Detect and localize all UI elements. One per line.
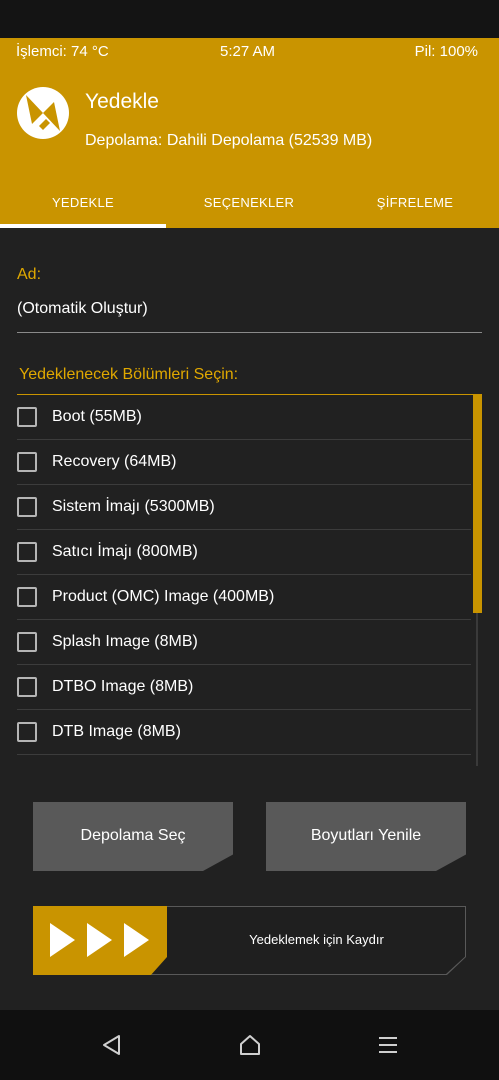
partition-row-boot[interactable]: Boot (55MB) <box>0 395 471 440</box>
tab-encryption[interactable]: ŞİFRELEME <box>332 188 498 228</box>
partition-label: DTBO Image (8MB) <box>52 678 194 695</box>
back-triangle-icon[interactable] <box>99 1032 125 1058</box>
tab-backup[interactable]: YEDEKLE <box>0 188 166 228</box>
name-underline <box>17 332 482 333</box>
checkbox[interactable] <box>17 542 37 562</box>
select-storage-button[interactable]: Depolama Seç <box>33 802 233 871</box>
list-scrollbar-track <box>476 613 478 766</box>
partition-row-dtbo-image[interactable]: DTBO Image (8MB) <box>0 665 471 710</box>
home-icon[interactable] <box>237 1032 263 1058</box>
partition-label: Satıcı İmajı (800MB) <box>52 543 198 560</box>
partition-row-recovery[interactable]: Recovery (64MB) <box>0 440 471 485</box>
partition-label: Recovery (64MB) <box>52 453 177 470</box>
storage-info: Depolama: Dahili Depolama (52539 MB) <box>85 132 373 149</box>
slider-label: Yedeklemek için Kaydır <box>249 932 384 947</box>
clock: 5:27 AM <box>220 43 276 60</box>
active-tab-indicator <box>0 224 166 228</box>
navigation-bar <box>0 1010 499 1080</box>
page-header: Yedekle Depolama: Dahili Depolama (52539… <box>0 68 499 228</box>
select-storage-label: Depolama Seç <box>80 827 186 844</box>
name-label: Ad: <box>17 266 42 283</box>
menu-icon[interactable] <box>375 1032 401 1058</box>
tab-options[interactable]: SEÇENEKLER <box>166 188 332 228</box>
partition-label: Sistem İmajı (5300MB) <box>52 498 215 515</box>
partition-row-dtb-image[interactable]: DTB Image (8MB) <box>0 710 471 755</box>
top-black-bar <box>0 0 499 38</box>
partitions-label: Yedeklenecek Bölümleri Seçin: <box>19 366 239 383</box>
tab-bar: YEDEKLE SEÇENEKLER ŞİFRELEME <box>0 188 499 228</box>
checkbox[interactable] <box>17 587 37 607</box>
partition-label: Splash Image (8MB) <box>52 633 198 650</box>
checkbox[interactable] <box>17 677 37 697</box>
cpu-temperature: İşlemci: 74 °C <box>16 43 109 60</box>
list-scrollbar-thumb[interactable] <box>473 395 482 613</box>
checkbox[interactable] <box>17 632 37 652</box>
partition-label: DTB Image (8MB) <box>52 723 181 740</box>
partition-row-system-image[interactable]: Sistem İmajı (5300MB) <box>0 485 471 530</box>
backup-name-input[interactable]: (Otomatik Oluştur) <box>17 300 148 318</box>
swipe-to-backup-slider[interactable]: Yedeklemek için Kaydır <box>33 906 466 975</box>
partition-label: Boot (55MB) <box>52 408 142 425</box>
row-divider <box>17 754 471 755</box>
partition-row-product-image[interactable]: Product (OMC) Image (400MB) <box>0 575 471 620</box>
twrp-logo-icon <box>17 87 69 139</box>
partition-list[interactable]: Boot (55MB) Recovery (64MB) Sistem İmajı… <box>0 395 499 766</box>
slider-handle[interactable] <box>33 906 167 975</box>
checkbox[interactable] <box>17 452 37 472</box>
triple-arrow-icon <box>50 923 149 957</box>
battery-level: Pil: 100% <box>414 43 478 60</box>
refresh-sizes-button[interactable]: Boyutları Yenile <box>266 802 466 871</box>
partition-label: Product (OMC) Image (400MB) <box>52 588 275 605</box>
checkbox[interactable] <box>17 407 37 427</box>
partition-row-splash-image[interactable]: Splash Image (8MB) <box>0 620 471 665</box>
checkbox[interactable] <box>17 722 37 742</box>
refresh-sizes-label: Boyutları Yenile <box>310 827 422 844</box>
checkbox[interactable] <box>17 497 37 517</box>
status-bar: İşlemci: 74 °C 5:27 AM Pil: 100% <box>0 38 499 68</box>
page-title: Yedekle <box>85 90 159 113</box>
partition-row-vendor-image[interactable]: Satıcı İmajı (800MB) <box>0 530 471 575</box>
